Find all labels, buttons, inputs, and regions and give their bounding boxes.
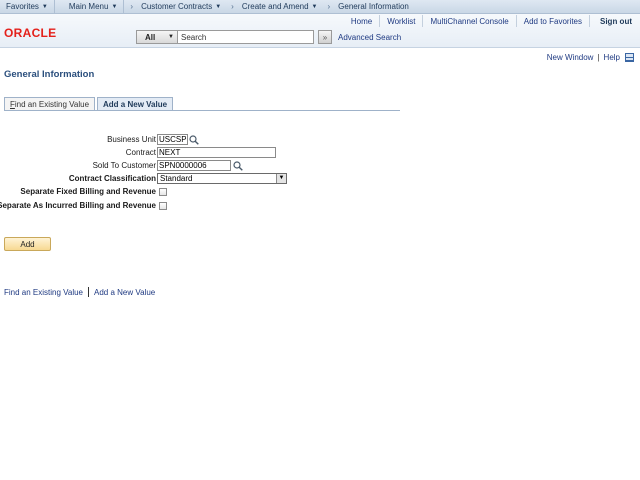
tab-strip: Find an Existing Value Add a New Value bbox=[4, 97, 175, 110]
search-scope-value: All bbox=[145, 32, 156, 42]
worklist-link[interactable]: Worklist bbox=[380, 14, 422, 28]
nav-general-information-label: General Information bbox=[338, 2, 409, 11]
search-go-button[interactable]: » bbox=[318, 30, 332, 44]
sign-out-link[interactable]: Sign out bbox=[590, 14, 640, 28]
nav-favorites[interactable]: Favorites ▼ bbox=[0, 0, 54, 14]
nav-main-menu[interactable]: Main Menu ▼ bbox=[55, 0, 124, 14]
top-nav-bar: Favorites ▼ Main Menu ▼ › Customer Contr… bbox=[0, 0, 640, 14]
link-divider: | bbox=[597, 53, 600, 62]
contract-classification-select[interactable]: Standard ▼ bbox=[157, 173, 287, 184]
separate-as-incurred-label: Separate As Incurred Billing and Revenue bbox=[0, 201, 156, 210]
bottom-links: Find an Existing Value Add a New Value bbox=[4, 287, 155, 297]
personalize-page-icon[interactable] bbox=[625, 53, 634, 62]
home-link[interactable]: Home bbox=[344, 14, 379, 28]
tab-label: ind an Existing Value bbox=[14, 99, 90, 109]
separate-as-incurred-checkbox[interactable] bbox=[159, 202, 167, 210]
nav-create-and-amend[interactable]: Create and Amend ▼ bbox=[240, 0, 322, 14]
page-title: General Information bbox=[4, 69, 95, 80]
nav-customer-contracts-label: Customer Contracts bbox=[141, 2, 213, 11]
sold-to-customer-field[interactable] bbox=[157, 160, 231, 171]
breadcrumb-arrow-icon: › bbox=[231, 2, 234, 11]
link-divider bbox=[88, 287, 90, 297]
header-links: Home Worklist MultiChannel Console Add t… bbox=[344, 14, 640, 28]
nav-divider bbox=[123, 0, 125, 14]
add-to-favorites-link[interactable]: Add to Favorites bbox=[517, 14, 589, 28]
tab-underline bbox=[4, 110, 400, 111]
breadcrumb-arrow-icon: › bbox=[327, 2, 331, 11]
separate-fixed-checkbox[interactable] bbox=[159, 188, 167, 196]
chevron-down-icon: ▼ bbox=[215, 3, 222, 10]
lookup-search-icon[interactable] bbox=[189, 135, 199, 145]
add-new-value-link[interactable]: Add a New Value bbox=[94, 288, 155, 297]
sold-to-customer-label: Sold To Customer bbox=[92, 161, 156, 170]
tab-label: Add a New Value bbox=[103, 99, 168, 109]
separate-fixed-label: Separate Fixed Billing and Revenue bbox=[20, 187, 156, 196]
find-existing-value-link[interactable]: Find an Existing Value bbox=[4, 288, 83, 297]
new-window-link[interactable]: New Window bbox=[547, 53, 594, 62]
help-link[interactable]: Help bbox=[604, 53, 620, 62]
nav-create-and-amend-label: Create and Amend bbox=[241, 2, 309, 11]
business-unit-field[interactable] bbox=[157, 134, 188, 145]
search-scope-select[interactable]: All ▼ bbox=[136, 30, 178, 44]
business-unit-label: Business Unit bbox=[107, 135, 156, 144]
chevron-down-icon: ▼ bbox=[41, 3, 48, 10]
advanced-search-link[interactable]: Advanced Search bbox=[338, 33, 401, 42]
add-button[interactable]: Add bbox=[4, 237, 51, 251]
nav-favorites-label: Favorites bbox=[6, 2, 39, 11]
page-bar: New Window | Help bbox=[547, 53, 634, 62]
header: ORACLE Home Worklist MultiChannel Consol… bbox=[0, 14, 640, 48]
breadcrumb-arrow-icon: › bbox=[130, 2, 134, 11]
tab-find-existing-value[interactable]: Find an Existing Value bbox=[4, 97, 96, 110]
contract-label: Contract bbox=[125, 148, 156, 157]
chevron-down-icon: ▼ bbox=[111, 3, 118, 10]
multichannel-console-link[interactable]: MultiChannel Console bbox=[423, 14, 515, 28]
chevron-down-icon: ▼ bbox=[276, 174, 286, 183]
contract-field[interactable] bbox=[157, 147, 276, 158]
chevron-down-icon: ▼ bbox=[311, 3, 318, 10]
lookup-search-icon[interactable] bbox=[233, 161, 243, 171]
nav-general-information[interactable]: General Information bbox=[336, 0, 411, 14]
oracle-logo: ORACLE bbox=[4, 26, 57, 40]
chevron-down-icon: ▼ bbox=[168, 34, 174, 40]
contract-classification-value: Standard bbox=[160, 174, 193, 183]
nav-main-menu-label: Main Menu bbox=[68, 2, 109, 11]
nav-customer-contracts[interactable]: Customer Contracts ▼ bbox=[139, 0, 225, 14]
contract-classification-label: Contract Classification bbox=[68, 174, 156, 183]
search-bar: All ▼ » Advanced Search bbox=[136, 30, 401, 44]
tab-add-new-value[interactable]: Add a New Value bbox=[97, 97, 174, 110]
search-input[interactable] bbox=[178, 30, 314, 44]
